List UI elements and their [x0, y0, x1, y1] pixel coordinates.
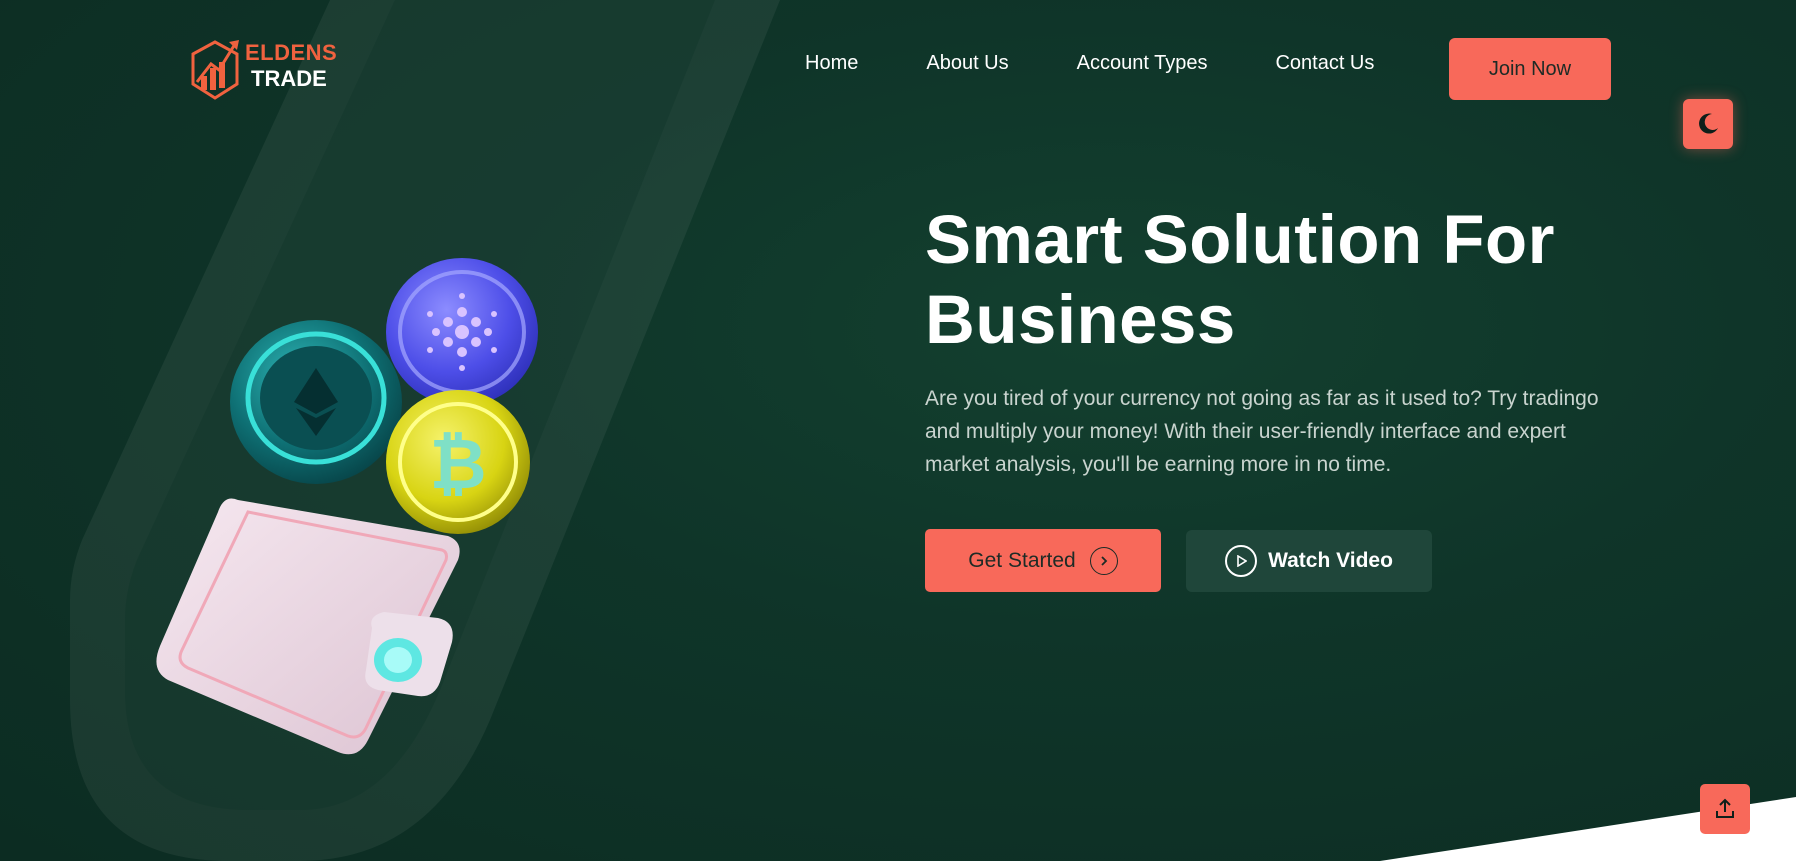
- watch-video-label: Watch Video: [1268, 548, 1393, 572]
- bitcoin-coin: ₿: [386, 390, 530, 534]
- hero-description: Are you tired of your currency not going…: [925, 387, 1599, 476]
- moon-icon: [1699, 113, 1718, 134]
- main-nav: Home About Us Account Types Contact Us: [805, 52, 1374, 75]
- upload-arrow-icon: [1716, 798, 1734, 818]
- nav-link-account-types[interactable]: Account Types: [1077, 52, 1208, 75]
- logo-line2: TRADE: [251, 66, 327, 91]
- svg-text:₿: ₿: [429, 423, 486, 505]
- theme-toggle-button[interactable]: [1683, 99, 1733, 149]
- site-logo[interactable]: ELDENS TRADE: [183, 38, 337, 104]
- hero-title-line1: Smart Solution For: [925, 201, 1555, 278]
- hero-cta-row: Get Started Watch Video: [925, 529, 1432, 592]
- scroll-to-top-button[interactable]: [1700, 784, 1750, 834]
- nav-link-contact-us[interactable]: Contact Us: [1275, 52, 1374, 75]
- logo-line1: ELDENS: [245, 40, 338, 65]
- hero-title: Smart Solution For Business: [925, 200, 1685, 360]
- blue-coin: [386, 258, 538, 406]
- wallet-coins-illustration: ₿: [156, 258, 538, 755]
- join-now-button[interactable]: Join Now: [1449, 38, 1611, 100]
- wallet: [156, 498, 460, 755]
- play-icon: [1225, 544, 1258, 577]
- logo-text: ELDENS TRADE: [245, 42, 337, 90]
- ethereum-coin: [230, 320, 402, 484]
- hero-title-line2: Business: [925, 281, 1236, 358]
- watch-video-button[interactable]: Watch Video: [1186, 529, 1432, 592]
- logo-chart-icon: [191, 40, 239, 100]
- get-started-button[interactable]: Get Started: [925, 529, 1161, 592]
- chevron-right-icon: [1089, 546, 1118, 575]
- nav-link-home[interactable]: Home: [805, 52, 858, 75]
- get-started-label: Get Started: [968, 548, 1076, 572]
- nav-link-about-us[interactable]: About Us: [926, 52, 1008, 75]
